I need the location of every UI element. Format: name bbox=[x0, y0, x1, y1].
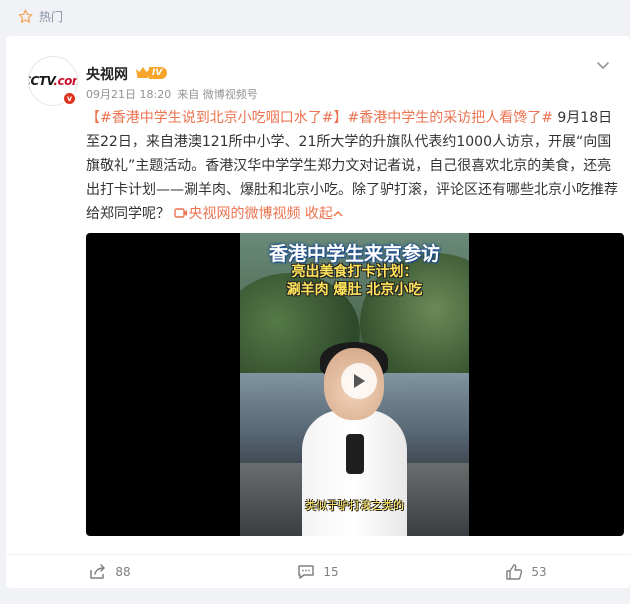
chevron-up-icon bbox=[333, 210, 343, 217]
chevron-down-icon[interactable] bbox=[596, 58, 610, 72]
comment-icon bbox=[298, 564, 315, 579]
play-button[interactable] bbox=[341, 363, 377, 399]
video-player[interactable]: 香港中学生来京参访 亮出美食打卡计划： 涮羊肉 爆肚 北京小吃 类似于驴打滚之类… bbox=[86, 233, 624, 536]
microphone-icon bbox=[346, 434, 364, 474]
video-caption: 类似于驴打滚之类的 bbox=[305, 499, 404, 512]
video-subtitle-overlay: 亮出美食打卡计划： 涮羊肉 爆肚 北京小吃 bbox=[240, 263, 469, 299]
post-content: 【#香港中学生说到北京小吃咽口水了#】#香港中学生的采访把人看馋了# 9月18日… bbox=[86, 106, 620, 226]
video-title-overlay: 香港中学生来京参访 bbox=[268, 243, 440, 265]
comment-button[interactable]: 15 bbox=[214, 555, 422, 588]
level-label: IV bbox=[149, 66, 168, 79]
collapse-link[interactable]: 收起 bbox=[305, 206, 343, 222]
thumbs-up-icon bbox=[506, 563, 523, 580]
post-source: 来自 微博视频号 bbox=[177, 88, 258, 101]
share-count: 88 bbox=[115, 564, 131, 579]
topic-link-1[interactable]: 【#香港中学生说到北京小吃咽口水了#】 bbox=[86, 110, 347, 126]
verified-badge-icon: v bbox=[62, 91, 77, 106]
star-icon bbox=[18, 9, 33, 23]
post-actions: 88 15 53 bbox=[6, 554, 630, 588]
video-camera-icon bbox=[174, 208, 188, 218]
like-count: 53 bbox=[531, 564, 547, 579]
like-button[interactable]: 53 bbox=[422, 555, 630, 588]
post-time[interactable]: 09月21日 18:20 bbox=[86, 86, 171, 102]
topic-link-2[interactable]: #香港中学生的采访把人看馋了# bbox=[347, 110, 552, 126]
play-icon bbox=[354, 374, 365, 388]
video-subtitle-line2: 涮羊肉 爆肚 北京小吃 bbox=[286, 282, 423, 298]
video-subtitle-line1: 亮出美食打卡计划： bbox=[291, 264, 418, 280]
username[interactable]: 央视网 bbox=[86, 64, 128, 84]
video-source-link[interactable]: 央视网的微博视频 bbox=[174, 206, 304, 222]
level-badge: IV bbox=[135, 65, 168, 80]
hot-tag-label: 热门 bbox=[39, 10, 64, 24]
weibo-post-card: CCTV.com v 央视网 IV 09月21日 18:20 来自 微博视频号 … bbox=[6, 36, 630, 588]
share-button[interactable]: 88 bbox=[6, 555, 214, 588]
share-icon bbox=[90, 563, 106, 579]
post-meta: 09月21日 18:20 来自 微博视频号 bbox=[86, 86, 258, 102]
cctv-logo-icon: CCTV.com bbox=[29, 74, 77, 88]
hot-tag: 热门 bbox=[18, 8, 63, 25]
comment-count: 15 bbox=[323, 564, 339, 579]
post-body-text: 9月18日至22日，来自港澳121所中小学、21所大学的升旗队代表约1000人访… bbox=[86, 110, 618, 222]
